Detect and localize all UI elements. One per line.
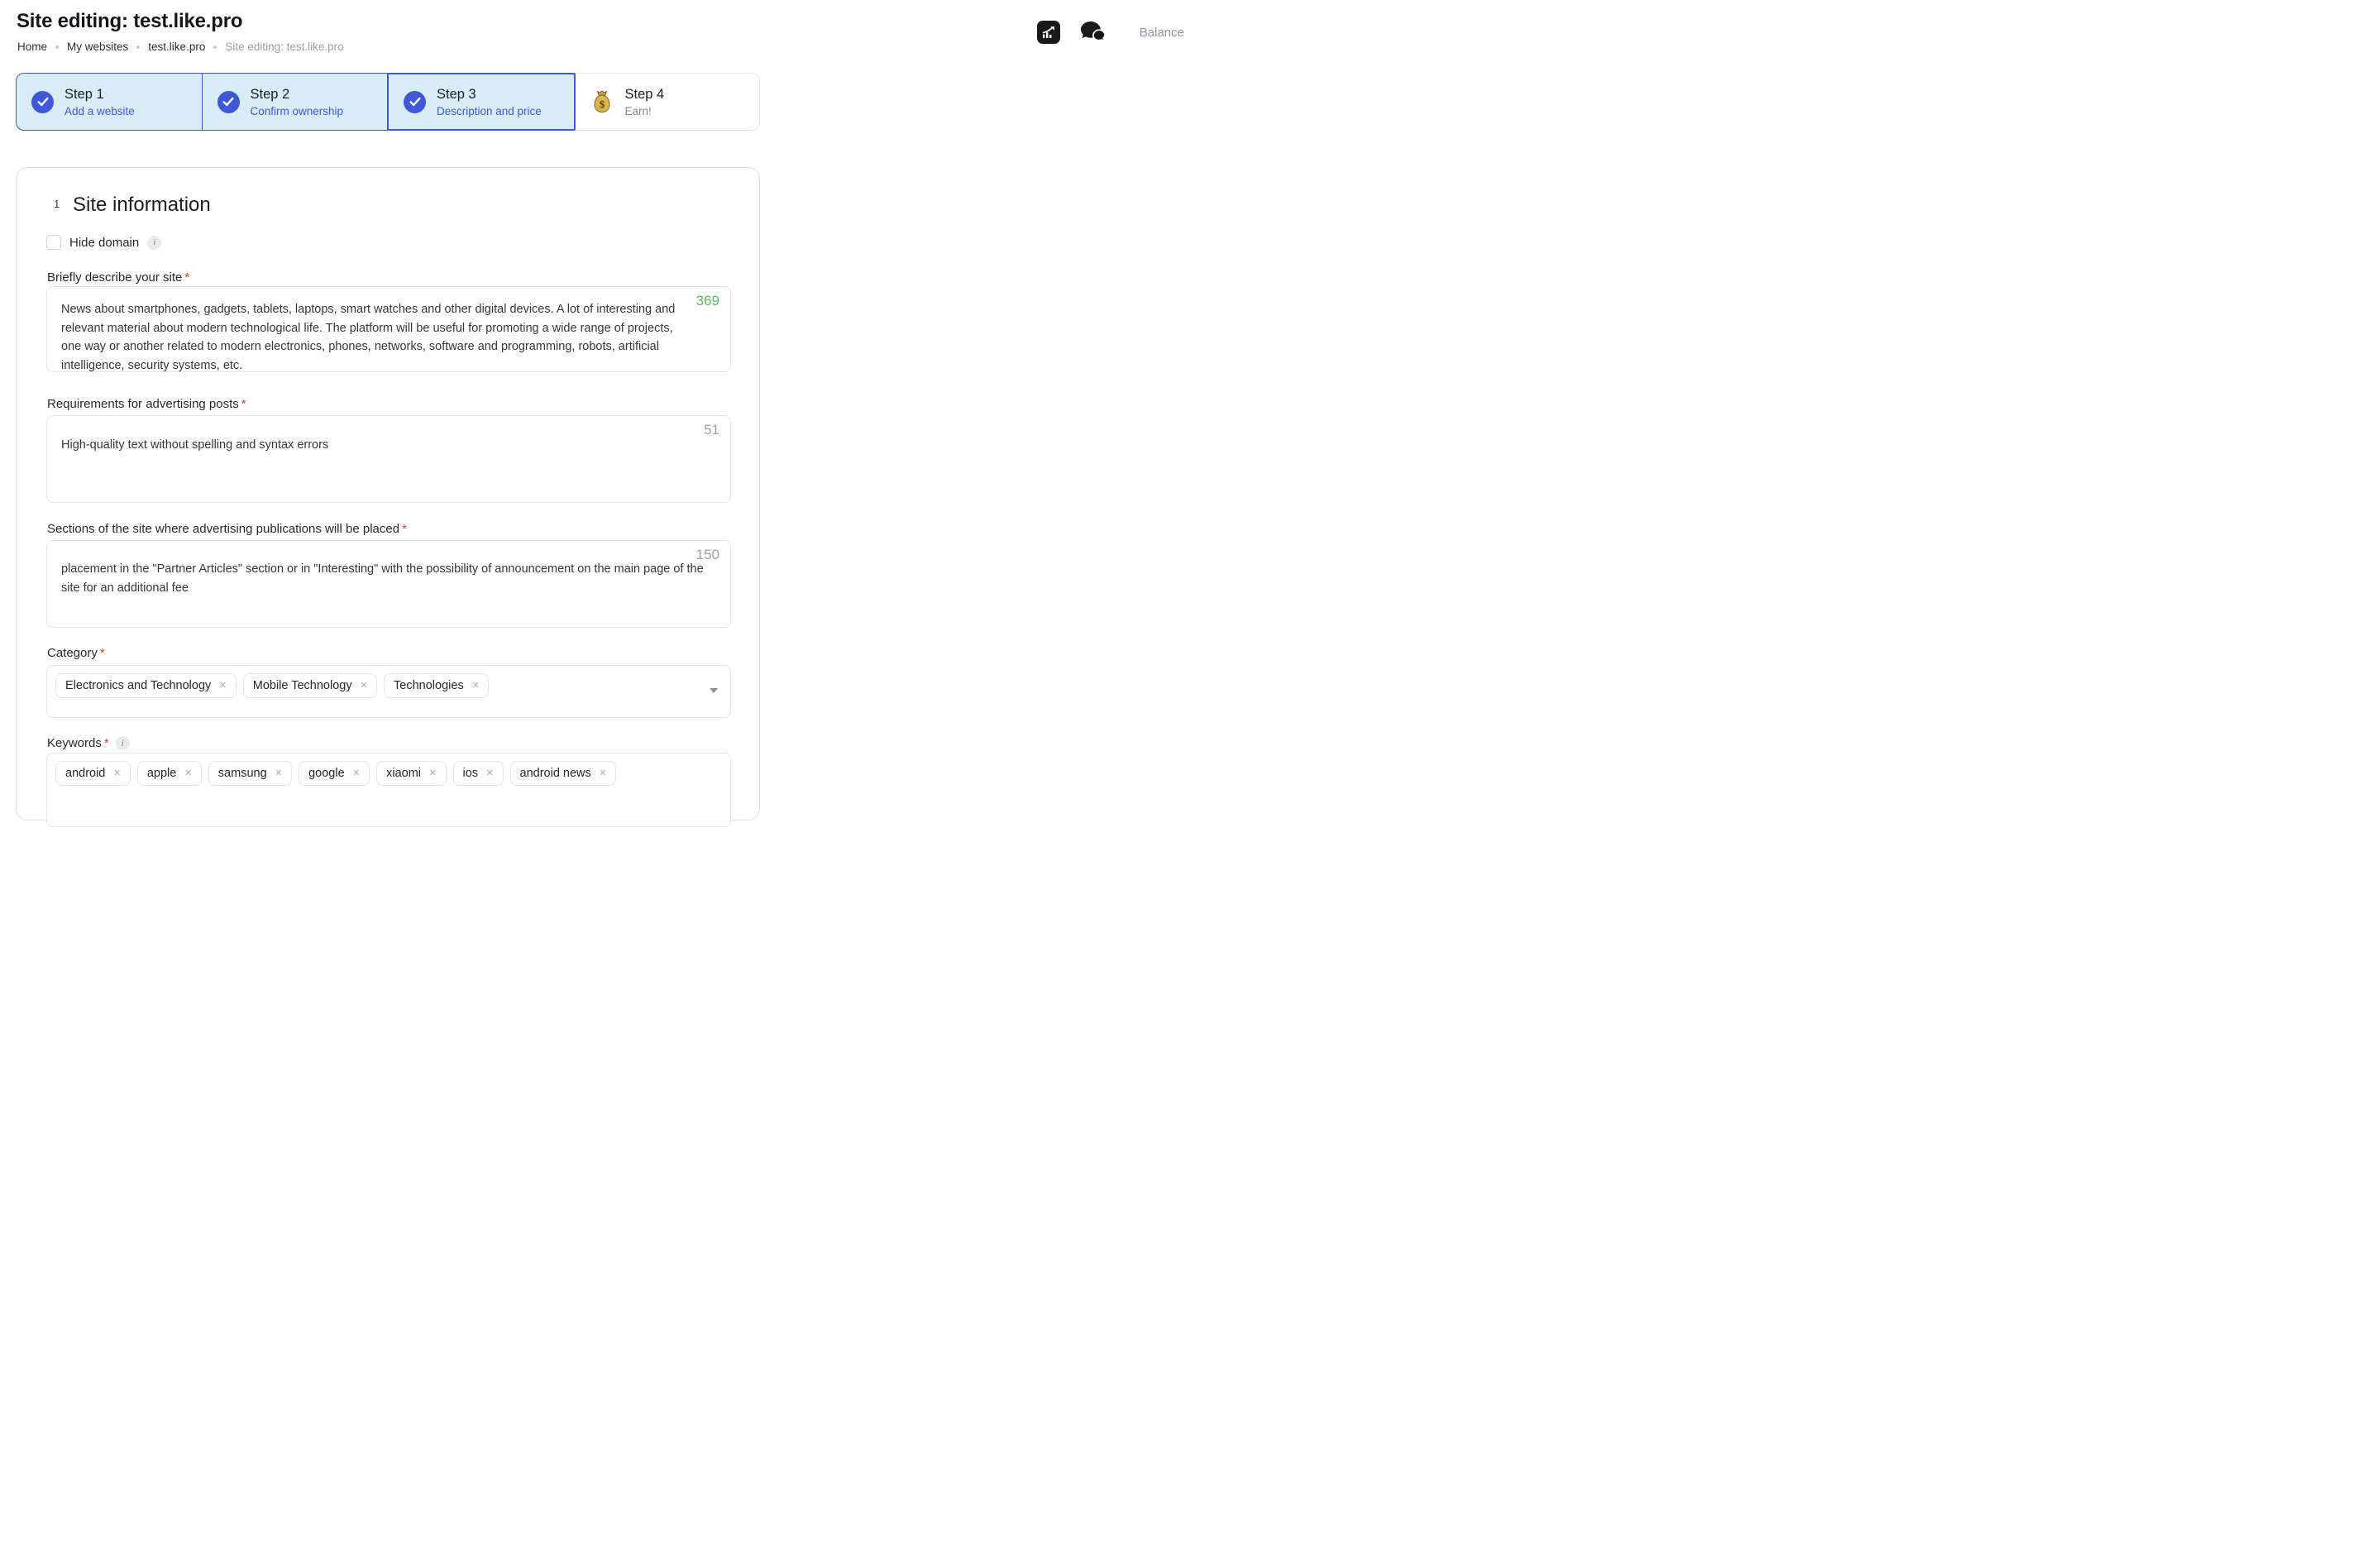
remove-chip-icon[interactable]: × bbox=[361, 680, 367, 692]
step-title: Step 4 bbox=[625, 87, 665, 103]
step-4-earn[interactable]: $ Step 4 Earn! bbox=[575, 73, 761, 131]
sections-text: placement in the "Partner Articles" sect… bbox=[47, 541, 730, 597]
section-number: 1 bbox=[54, 198, 60, 210]
keyword-chip: android news × bbox=[510, 761, 617, 786]
keyword-chip: samsung × bbox=[208, 761, 292, 786]
category-chip: Electronics and Technology × bbox=[55, 673, 237, 698]
analytics-chart-icon bbox=[1041, 25, 1056, 40]
category-chip: Technologies × bbox=[384, 673, 489, 698]
keyword-chip: xiaomi × bbox=[376, 761, 446, 786]
money-bag-icon: $ bbox=[590, 89, 614, 114]
step-title: Step 2 bbox=[251, 87, 344, 103]
site-information-card: 1 Site information Hide domain i Briefly… bbox=[16, 167, 760, 820]
keyword-chips: android × apple × samsung × google × xia… bbox=[47, 753, 730, 793]
breadcrumb-home[interactable]: Home bbox=[17, 41, 47, 53]
requirements-field-label: Requirements for advertising posts* bbox=[47, 397, 246, 411]
requirements-text: High-quality text without spelling and s… bbox=[47, 416, 730, 455]
describe-field-label: Briefly describe your site* bbox=[47, 270, 189, 285]
svg-text:$: $ bbox=[599, 98, 605, 111]
keyword-chip: ios × bbox=[453, 761, 504, 786]
step-subtitle: Add a website bbox=[65, 105, 135, 117]
check-icon bbox=[404, 91, 426, 113]
describe-textarea[interactable]: 369 News about smartphones, gadgets, tab… bbox=[46, 286, 731, 372]
remove-chip-icon[interactable]: × bbox=[275, 768, 282, 780]
stepper: Step 1 Add a website Step 2 Confirm owne… bbox=[16, 73, 760, 131]
required-asterisk: * bbox=[241, 397, 246, 411]
keyword-chip: android × bbox=[55, 761, 131, 786]
page-title: Site editing: test.like.pro bbox=[17, 10, 242, 33]
check-icon bbox=[31, 91, 54, 113]
step-1-add-a-website[interactable]: Step 1 Add a website bbox=[16, 73, 203, 131]
step-subtitle: Earn! bbox=[625, 105, 665, 117]
keywords-field-label: Keywords* i bbox=[47, 736, 130, 750]
chat-icon bbox=[1080, 21, 1107, 45]
step-subtitle: Confirm ownership bbox=[251, 105, 344, 117]
breadcrumb-separator-dot bbox=[55, 45, 59, 49]
category-chips: Electronics and Technology × Mobile Tech… bbox=[47, 666, 730, 706]
section-title: Site information bbox=[73, 194, 211, 217]
check-icon bbox=[217, 91, 240, 113]
category-field-label: Category* bbox=[47, 646, 105, 660]
step-subtitle: Description and price bbox=[437, 105, 542, 117]
remove-chip-icon[interactable]: × bbox=[113, 768, 120, 780]
info-icon[interactable]: i bbox=[116, 736, 130, 750]
step-title: Step 1 bbox=[65, 87, 135, 103]
breadcrumb: Home My websites test.like.pro Site edit… bbox=[17, 41, 344, 53]
requirements-textarea[interactable]: 51 High-quality text without spelling an… bbox=[46, 415, 731, 503]
keywords-select[interactable]: android × apple × samsung × google × xia… bbox=[46, 753, 731, 827]
remove-chip-icon[interactable]: × bbox=[184, 768, 191, 780]
remove-chip-icon[interactable]: × bbox=[600, 768, 606, 780]
breadcrumb-separator-dot bbox=[136, 45, 140, 49]
step-3-description-and-price[interactable]: Step 3 Description and price bbox=[387, 73, 576, 131]
hide-domain-checkbox[interactable] bbox=[46, 235, 61, 250]
char-counter: 51 bbox=[704, 422, 719, 438]
keyword-chip: google × bbox=[299, 761, 370, 786]
sections-textarea[interactable]: 150 placement in the "Partner Articles" … bbox=[46, 540, 731, 628]
balance-label[interactable]: Balance bbox=[1140, 26, 1184, 40]
keyword-chip: apple × bbox=[137, 761, 202, 786]
required-asterisk: * bbox=[104, 736, 109, 750]
remove-chip-icon[interactable]: × bbox=[353, 768, 360, 780]
hide-domain-label: Hide domain bbox=[69, 236, 139, 250]
sections-field-label: Sections of the site where advertising p… bbox=[47, 522, 407, 536]
info-icon[interactable]: i bbox=[147, 236, 161, 250]
header-actions: Balance bbox=[1037, 20, 1184, 45]
char-counter: 369 bbox=[696, 293, 719, 309]
required-asterisk: * bbox=[100, 646, 105, 660]
category-chip: Mobile Technology × bbox=[243, 673, 377, 698]
remove-chip-icon[interactable]: × bbox=[472, 680, 479, 692]
required-asterisk: * bbox=[402, 522, 407, 536]
remove-chip-icon[interactable]: × bbox=[486, 768, 493, 780]
step-title: Step 3 bbox=[437, 87, 542, 103]
char-counter: 150 bbox=[696, 547, 719, 563]
analytics-button[interactable] bbox=[1037, 21, 1060, 44]
step-2-confirm-ownership[interactable]: Step 2 Confirm ownership bbox=[202, 73, 389, 131]
breadcrumb-my-websites[interactable]: My websites bbox=[67, 41, 128, 53]
chat-button[interactable] bbox=[1080, 20, 1108, 45]
remove-chip-icon[interactable]: × bbox=[429, 768, 436, 780]
remove-chip-icon[interactable]: × bbox=[219, 680, 226, 692]
site-editing-page: Site editing: test.like.pro Home My webs… bbox=[0, 0, 1190, 772]
breadcrumb-site[interactable]: test.like.pro bbox=[148, 41, 205, 53]
breadcrumb-separator-dot bbox=[213, 45, 217, 49]
chevron-down-icon[interactable] bbox=[710, 688, 718, 693]
required-asterisk: * bbox=[184, 270, 189, 285]
hide-domain-row: Hide domain i bbox=[46, 235, 161, 250]
describe-text: News about smartphones, gadgets, tablets… bbox=[47, 287, 730, 375]
breadcrumb-current: Site editing: test.like.pro bbox=[225, 41, 343, 53]
category-select[interactable]: Electronics and Technology × Mobile Tech… bbox=[46, 665, 731, 718]
